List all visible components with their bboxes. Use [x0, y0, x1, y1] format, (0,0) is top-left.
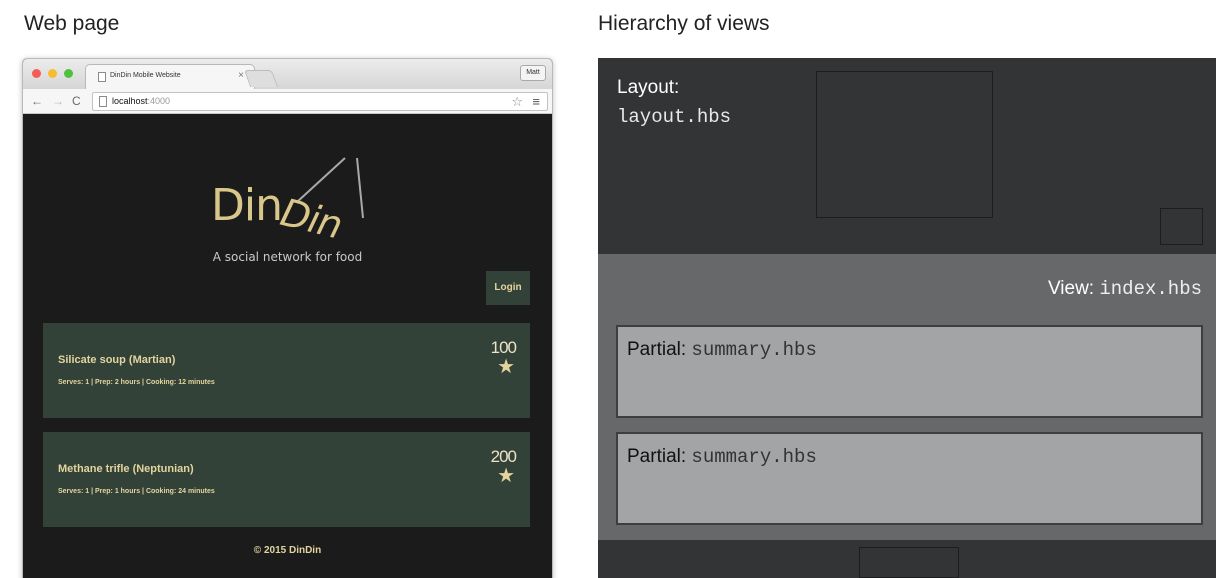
- tab-bar: DinDin Mobile Website × Matt: [23, 59, 552, 89]
- reload-icon[interactable]: C: [72, 94, 81, 108]
- dindin-logo: Din Din: [209, 132, 369, 247]
- layout-logo-placeholder: [816, 71, 993, 218]
- view-label: View: index.hbs: [1048, 278, 1202, 300]
- layout-footer-placeholder: [859, 547, 959, 578]
- bookmark-star-icon[interactable]: ☆: [511, 93, 523, 110]
- partial-filename: summary.hbs: [691, 446, 817, 468]
- new-tab-button[interactable]: [243, 70, 279, 87]
- tab-close-icon[interactable]: ×: [238, 70, 244, 82]
- recipe-card[interactable]: Methane trifle (Neptunian) Serves: 1 | P…: [43, 432, 530, 527]
- recipe-meta: Serves: 1 | Prep: 1 hours | Cooking: 24 …: [58, 488, 215, 495]
- recipe-card[interactable]: Silicate soup (Martian) Serves: 1 | Prep…: [43, 323, 530, 418]
- url-host: localhost: [112, 96, 148, 106]
- browser-window: DinDin Mobile Website × Matt ← → C local…: [22, 58, 553, 578]
- web-page-heading: Web page: [24, 12, 120, 35]
- star-icon[interactable]: ★: [497, 355, 515, 379]
- minimize-window-button[interactable]: [48, 69, 57, 78]
- recipe-meta: Serves: 1 | Prep: 2 hours | Cooking: 12 …: [58, 379, 215, 386]
- partial-label-text: Partial:: [627, 339, 687, 360]
- maximize-window-button[interactable]: [64, 69, 73, 78]
- view-label-text: View:: [1047, 278, 1095, 299]
- logo-text-1: Din: [211, 180, 283, 231]
- recipe-title[interactable]: Methane trifle (Neptunian): [58, 463, 194, 475]
- view-region: View: index.hbs Partial: summary.hbs Par…: [598, 254, 1216, 540]
- layout-login-placeholder: [1160, 208, 1203, 245]
- partial-box: Partial: summary.hbs: [616, 432, 1203, 525]
- page-icon: [99, 96, 107, 107]
- layout-filename: layout.hbs: [617, 106, 732, 128]
- view-filename: index.hbs: [1099, 278, 1202, 300]
- page-icon: [98, 72, 106, 82]
- back-icon[interactable]: ←: [31, 94, 43, 108]
- partial-label: Partial: summary.hbs: [627, 446, 817, 468]
- hierarchy-heading: Hierarchy of views: [598, 12, 770, 35]
- menu-icon[interactable]: ≡: [532, 94, 540, 110]
- recipe-title[interactable]: Silicate soup (Martian): [58, 354, 175, 366]
- partial-label-text: Partial:: [627, 446, 687, 467]
- page-content: Din Din A social network for food Login …: [23, 114, 552, 578]
- browser-tab[interactable]: DinDin Mobile Website ×: [85, 64, 255, 89]
- star-icon[interactable]: ★: [497, 464, 515, 488]
- layout-label: Layout:: [617, 77, 680, 98]
- page-footer: © 2015 DinDin: [253, 545, 322, 556]
- partial-box: Partial: summary.hbs: [616, 325, 1203, 418]
- partial-label: Partial: summary.hbs: [627, 339, 817, 361]
- login-button[interactable]: Login: [486, 271, 530, 305]
- profile-button[interactable]: Matt: [520, 65, 546, 81]
- url-port: :4000: [147, 96, 171, 106]
- partial-filename: summary.hbs: [691, 339, 817, 361]
- address-bar[interactable]: localhost:4000 ☆ ≡: [92, 92, 548, 111]
- browser-toolbar: ← → C localhost:4000 ☆ ≡: [23, 89, 552, 114]
- tab-title: DinDin Mobile Website: [110, 72, 181, 79]
- forward-icon[interactable]: →: [52, 94, 64, 108]
- close-window-button[interactable]: [32, 69, 41, 78]
- tagline: A social network for food: [212, 250, 363, 264]
- hierarchy-diagram: Layout: layout.hbs View: index.hbs Parti…: [598, 58, 1216, 578]
- url-text: localhost:4000: [112, 96, 170, 106]
